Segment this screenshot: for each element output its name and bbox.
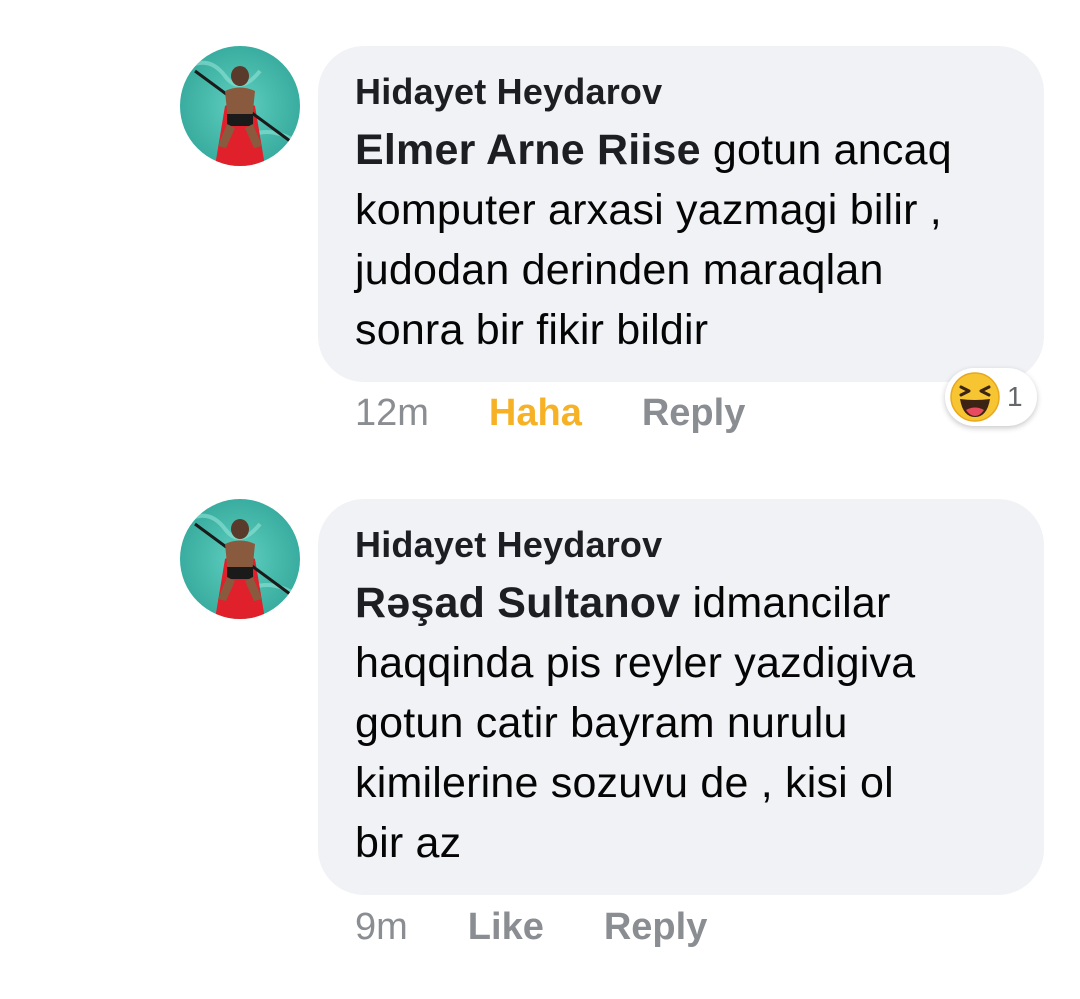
reply-button[interactable]: Reply [604, 906, 707, 949]
comment-text: Elmer Arne Riise gotun ancaq komputer arx… [355, 120, 1014, 360]
reply-button[interactable]: Reply [642, 392, 745, 435]
comment-text-line: sonra bir fikir bildir [355, 306, 709, 354]
comment-text-line: komputer arxasi yazmagi bilir , [355, 186, 942, 234]
avatar-photo-icon [180, 46, 300, 166]
like-button[interactable]: Like [468, 906, 544, 949]
comment-text-line: judodan derinden maraqlan [355, 246, 884, 294]
comment-text: Rəşad Sultanov idmancilar haqqinda pis re… [355, 573, 1014, 873]
avatar[interactable] [180, 499, 300, 619]
comment-text-line: idmancilar [680, 579, 891, 627]
comment-bubble: Hidayet Heydarov Elmer Arne Riise gotun … [318, 46, 1044, 382]
avatar-photo-icon [180, 499, 300, 619]
avatar[interactable] [180, 46, 300, 166]
reaction-count: 1 [1007, 381, 1023, 412]
reaction-summary[interactable]: 1 [945, 368, 1037, 426]
comment-author[interactable]: Hidayet Heydarov [355, 72, 1014, 112]
comment-timestamp[interactable]: 9m [355, 906, 408, 949]
comment-author[interactable]: Hidayet Heydarov [355, 525, 1014, 565]
haha-emoji-icon [950, 372, 1000, 422]
comment-bubble: Hidayet Heydarov Rəşad Sultanov idmancil… [318, 499, 1044, 895]
comment-timestamp[interactable]: 12m [355, 392, 429, 435]
comment-text-line: gotun ancaq [700, 126, 952, 174]
comment-actions: 12m Haha Reply [355, 388, 805, 438]
comment-actions: 9m Like Reply [355, 902, 767, 952]
haha-reaction-button[interactable]: Haha [489, 392, 582, 435]
comment-text-line: kimilerine sozuvu de , kisi ol [355, 759, 894, 807]
mention-link[interactable]: Rəşad Sultanov [355, 579, 680, 627]
comment-text-line: gotun catir bayram nurulu [355, 699, 848, 747]
mention-link[interactable]: Elmer Arne Riise [355, 126, 701, 174]
comment-text-line: bir az [355, 819, 462, 867]
comment-text-line: haqqinda pis reyler yazdigiva [355, 639, 916, 687]
